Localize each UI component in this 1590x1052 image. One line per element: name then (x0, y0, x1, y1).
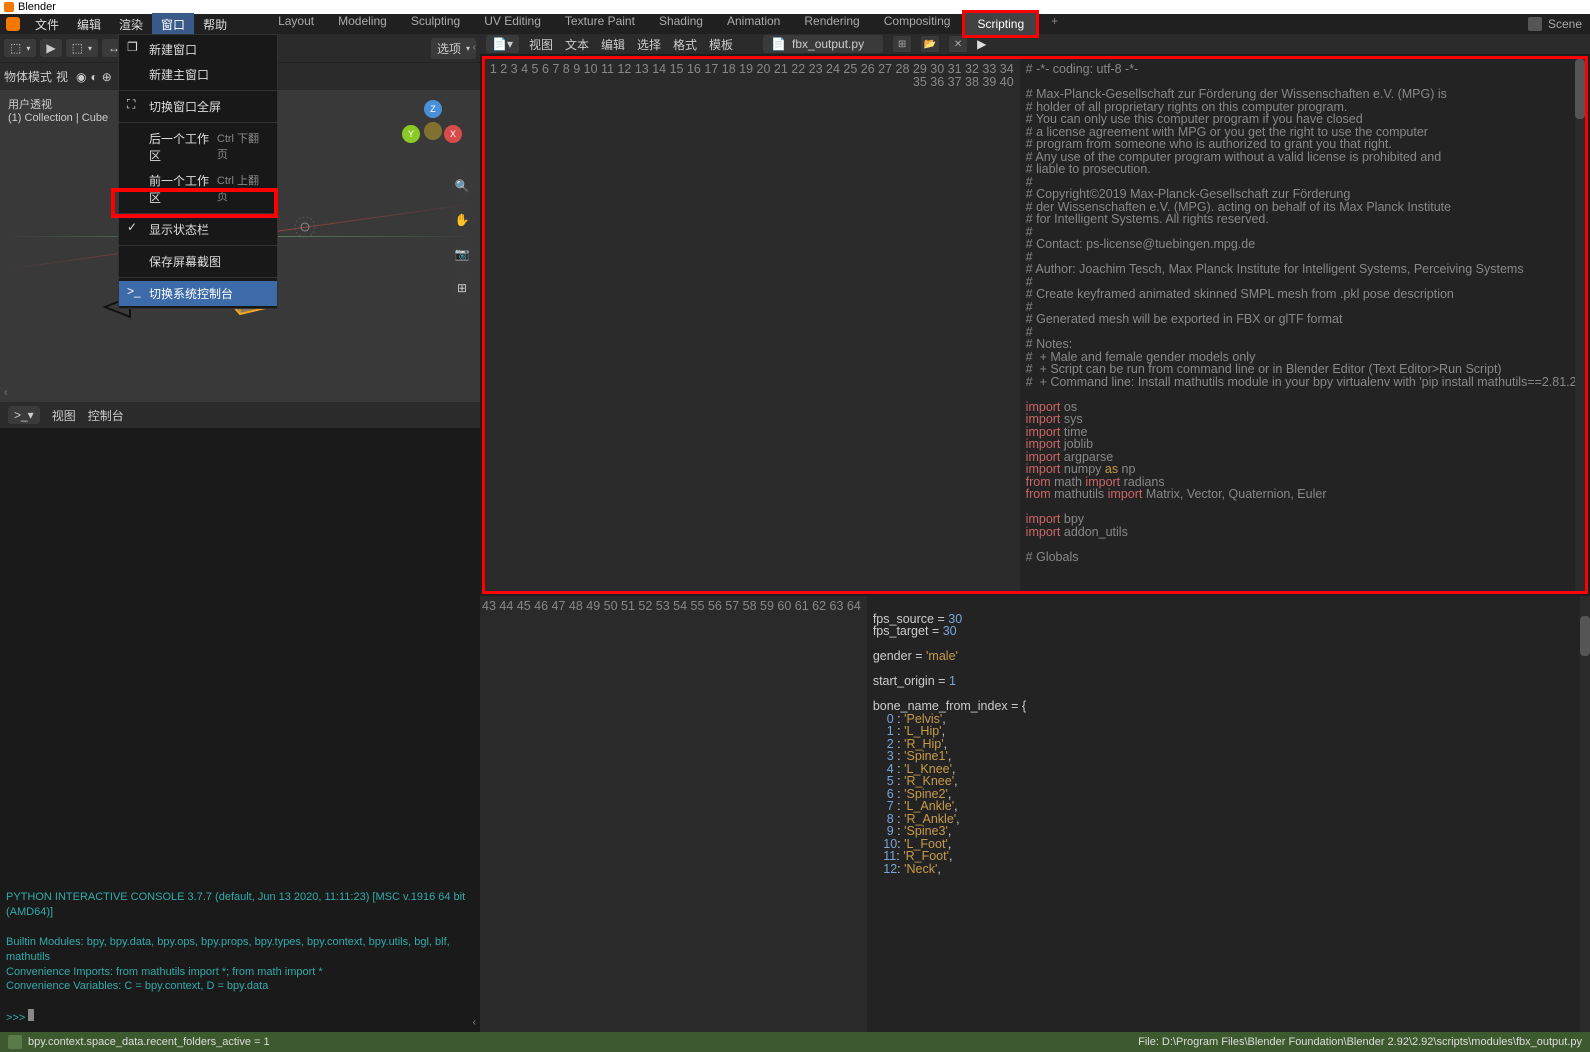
console-header: >_▾ 视图 控制台 (0, 402, 480, 428)
cursor-tool[interactable]: ▶ (40, 39, 61, 57)
menu-item[interactable]: 切换系统控制台>_ (119, 281, 277, 306)
view-menu[interactable]: 视 (56, 68, 68, 85)
navigation-gizmo[interactable]: Z X Y (402, 100, 462, 160)
menu-窗口[interactable]: 窗口 (152, 13, 194, 36)
python-console[interactable]: PYTHON INTERACTIVE CONSOLE 3.7.7 (defaul… (0, 428, 480, 1032)
camera-icon[interactable]: 📷 (450, 242, 474, 266)
console-line: Convenience Variables: C = bpy.context, … (6, 979, 474, 994)
z-axis[interactable]: Z (424, 100, 442, 118)
zoom-icon[interactable]: 🔍 (450, 174, 474, 198)
menu-编辑[interactable]: 编辑 (68, 13, 110, 36)
editor-type-console[interactable]: >_▾ (8, 406, 40, 424)
text-menu-编辑[interactable]: 编辑 (601, 36, 625, 53)
menu-item[interactable]: 显示状态栏✓ (119, 217, 277, 242)
add-workspace-button[interactable]: + (1039, 10, 1070, 38)
axis-neg[interactable] (424, 122, 442, 140)
menu-item[interactable]: 保存屏幕截图 (119, 249, 277, 274)
check-icon: ✓ (127, 220, 141, 234)
console-console-tab[interactable]: 控制台 (88, 407, 124, 424)
scrollbar[interactable] (1575, 59, 1585, 591)
x-axis[interactable]: X (444, 125, 462, 143)
chevron-left-icon[interactable]: ‹ (473, 42, 476, 53)
pan-icon[interactable]: ✋ (450, 208, 474, 232)
status-bar: bpy.context.space_data.recent_folders_ac… (0, 1032, 1590, 1052)
xray-toggle[interactable]: ◐ (91, 70, 98, 84)
console-line: PYTHON INTERACTIVE CONSOLE 3.7.7 (defaul… (6, 890, 474, 920)
window-icon: ❐ (127, 40, 141, 54)
console-line: Builtin Modules: bpy, bpy.data, bpy.ops,… (6, 935, 474, 965)
unlink-button[interactable]: ✕ (949, 36, 967, 52)
text-menu-视图[interactable]: 视图 (529, 36, 553, 53)
scrollbar[interactable] (1580, 596, 1590, 1032)
editor-type-selector[interactable]: ⬚ (4, 39, 36, 57)
menu-渲染[interactable]: 渲染 (110, 13, 152, 36)
status-left: bpy.context.space_data.recent_folders_ac… (28, 1036, 270, 1048)
toggle-overlays[interactable]: ⊕ (102, 70, 112, 84)
scene-controls: Scene (1528, 17, 1590, 31)
console-prompt: >>> (6, 1012, 28, 1024)
viewport-info: 用户透视 (1) Collection | Cube (8, 96, 108, 124)
tab-texture paint[interactable]: Texture Paint (553, 10, 647, 38)
blender-icon (6, 17, 20, 31)
menu-item[interactable]: 新建主窗口 (119, 62, 277, 87)
chevron-icon[interactable]: ‹ (473, 1017, 476, 1028)
menu-item[interactable]: 新建窗口❐ (119, 37, 277, 62)
tab-rendering[interactable]: Rendering (792, 10, 871, 38)
fullscreen-icon: ⛶ (127, 97, 141, 111)
open-text-button[interactable]: 📂 (921, 36, 939, 52)
menu-item[interactable]: 后一个工作区Ctrl 下翻页 (119, 126, 277, 168)
topbar: 文件编辑渲染窗口帮助 LayoutModelingSculptingUV Edi… (0, 14, 1590, 34)
scene-label: Scene (1548, 17, 1582, 31)
y-axis[interactable]: Y (402, 125, 420, 143)
tab-animation[interactable]: Animation (715, 10, 792, 38)
highlighted-code-area: 1 2 3 4 5 6 7 8 9 10 11 12 13 14 15 16 1… (482, 56, 1588, 594)
main-menu: 文件编辑渲染窗口帮助 (26, 13, 236, 36)
file-icon: 📄 (771, 37, 786, 51)
chevron-icon[interactable]: ‹ (4, 387, 7, 398)
text-editor-top[interactable]: 1 2 3 4 5 6 7 8 9 10 11 12 13 14 15 16 1… (485, 59, 1585, 591)
text-menu-格式[interactable]: 格式 (673, 36, 697, 53)
console-line: Convenience Imports: from mathutils impo… (6, 965, 474, 980)
options-button[interactable]: 选项 (431, 38, 476, 59)
blender-logo-icon (4, 2, 14, 12)
menu-item[interactable]: 前一个工作区Ctrl 上翻页 (119, 168, 277, 210)
select-tool[interactable]: ⬚ (66, 39, 98, 57)
cursor (28, 1009, 34, 1021)
status-right: File: D:\Program Files\Blender Foundatio… (1138, 1036, 1582, 1048)
console-icon: >_ (127, 284, 141, 298)
overlays-toggle[interactable]: ◉ (76, 70, 86, 84)
text-menu-文本[interactable]: 文本 (565, 36, 589, 53)
menu-文件[interactable]: 文件 (26, 13, 68, 36)
text-menu-选择[interactable]: 选择 (637, 36, 661, 53)
info-icon (8, 1035, 22, 1049)
text-editor-bottom[interactable]: 43 44 45 46 47 48 49 50 51 52 53 54 55 5… (480, 596, 1590, 1032)
console-view-tab[interactable]: 视图 (52, 407, 76, 424)
tab-scripting[interactable]: Scripting (962, 10, 1039, 38)
run-script-button[interactable]: ▶ (977, 37, 986, 51)
mode-selector[interactable]: 物体模式 (4, 68, 52, 85)
menu-帮助[interactable]: 帮助 (194, 13, 236, 36)
perspective-icon[interactable]: ⊞ (450, 276, 474, 300)
menu-item[interactable]: 切换窗口全屏⛶ (119, 94, 277, 119)
tab-uv editing[interactable]: UV Editing (472, 10, 553, 38)
tab-compositing[interactable]: Compositing (872, 10, 963, 38)
new-text-button[interactable]: ⊞ (893, 36, 911, 52)
window-menu-dropdown: 新建窗口❐新建主窗口切换窗口全屏⛶ 后一个工作区Ctrl 下翻页前一个工作区Ctr… (118, 34, 278, 309)
light-object[interactable] (290, 212, 320, 242)
scene-icon (1528, 17, 1542, 31)
app-title: Blender (18, 1, 56, 13)
tab-shading[interactable]: Shading (647, 10, 715, 38)
text-menu-模板[interactable]: 模板 (709, 36, 733, 53)
